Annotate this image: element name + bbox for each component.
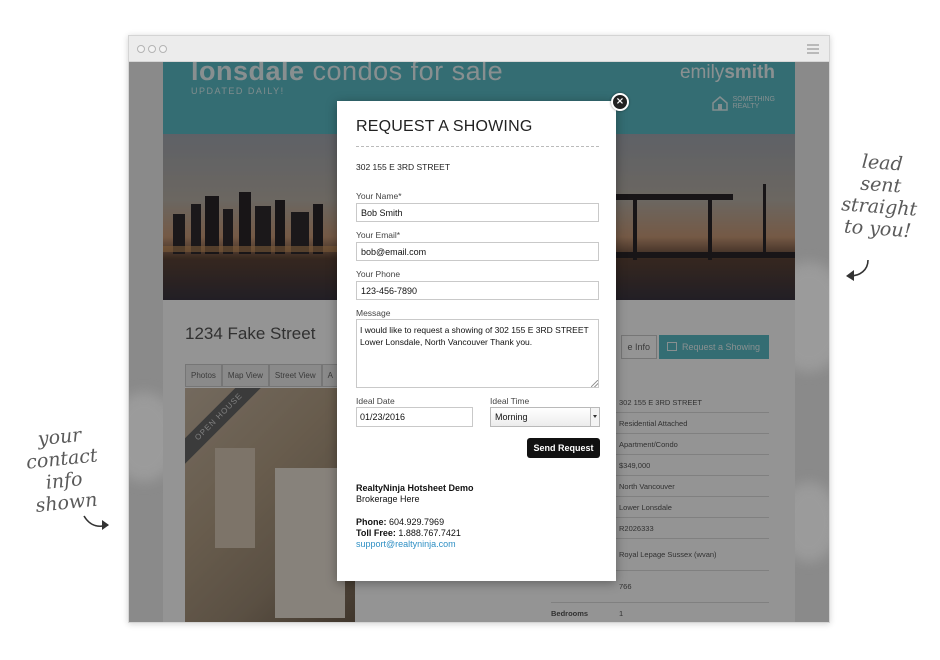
annotation-contact-info: your contact info shown	[4, 420, 123, 519]
send-request-button[interactable]: Send Request	[527, 438, 600, 458]
hand-drawn-arrow-icon	[83, 515, 109, 530]
ideal-time-label: Ideal Time	[490, 396, 530, 406]
window-titlebar	[129, 36, 829, 62]
email-label: Your Email*	[356, 230, 401, 240]
contact-phone: Phone: 604.929.7969	[356, 517, 445, 527]
contact-tollfree: Toll Free: 1.888.767.7421	[356, 528, 461, 538]
listing-address: 302 155 E 3RD STREET	[356, 162, 451, 172]
annotation-lead-sent: lead sent straight to you!	[829, 149, 931, 243]
modal-title: REQUEST A SHOWING	[356, 118, 533, 135]
name-field[interactable]: Bob Smith	[356, 203, 599, 222]
contact-org: RealtyNinja Hotsheet Demo	[356, 483, 474, 493]
window-dot[interactable]	[159, 45, 167, 53]
contact-email-link[interactable]: support@realtyninja.com	[356, 539, 456, 549]
ideal-time-value: Morning	[495, 412, 528, 422]
window-dot[interactable]	[148, 45, 156, 53]
window-controls	[137, 45, 167, 53]
menu-icon[interactable]	[807, 44, 819, 56]
hand-drawn-arrow-icon	[846, 259, 869, 281]
ideal-date-field[interactable]: 01/23/2016	[356, 407, 473, 427]
ideal-time-select[interactable]: Morning	[490, 407, 600, 427]
chevron-down-icon	[590, 408, 599, 426]
message-textarea[interactable]: I would like to request a showing of 302…	[356, 319, 599, 388]
message-label: Message	[356, 308, 391, 318]
request-showing-modal: REQUEST A SHOWING 302 155 E 3RD STREET Y…	[337, 101, 616, 581]
close-icon[interactable]: ×	[611, 93, 629, 111]
textarea-resize-handle[interactable]	[591, 380, 598, 387]
contact-brokerage: Brokerage Here	[356, 494, 420, 504]
ideal-date-label: Ideal Date	[356, 396, 395, 406]
modal-divider	[356, 146, 599, 147]
name-label: Your Name*	[356, 191, 402, 201]
phone-field[interactable]: 123-456-7890	[356, 281, 599, 300]
window-dot[interactable]	[137, 45, 145, 53]
phone-label: Your Phone	[356, 269, 401, 279]
email-field[interactable]: bob@email.com	[356, 242, 599, 261]
